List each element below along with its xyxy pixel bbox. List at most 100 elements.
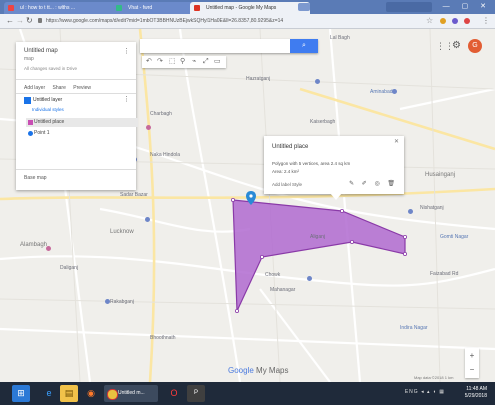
map-label: Lucknow xyxy=(110,229,134,235)
new-tab-button[interactable] xyxy=(298,3,310,11)
tab-label: Untitled map - Google My Maps xyxy=(206,5,277,11)
tab-favicon-icon xyxy=(194,5,200,11)
popup-title[interactable]: Untitled place xyxy=(272,144,308,150)
tab-label: ul : how to t tt... : wlths ... xyxy=(20,5,76,11)
url-field[interactable]: https://www.google.com/maps/d/edit?mid=1… xyxy=(46,17,416,26)
reload-icon[interactable]: ↻ xyxy=(26,16,33,26)
layer-options-icon[interactable]: ⋮ xyxy=(123,95,130,103)
chrome-icon xyxy=(107,389,118,400)
panel-actions: Add layer Share Preview xyxy=(24,85,97,91)
feature-item[interactable]: Untitled place xyxy=(26,118,138,127)
poi-marker[interactable] xyxy=(146,125,151,130)
poi-marker[interactable] xyxy=(105,299,110,304)
save-status: All changes saved in Drive xyxy=(24,66,78,71)
chrome-window-label: Untitled m... xyxy=(118,390,145,396)
map-label: Mahanagar xyxy=(270,287,296,293)
zoom-control: + − xyxy=(465,348,479,378)
popup-meta: Area: 2.4 km² xyxy=(272,169,300,174)
feature-name: Untitled place xyxy=(34,119,65,125)
zoom-in-button[interactable]: + xyxy=(465,350,479,362)
poi-marker[interactable] xyxy=(307,276,312,281)
layer-name[interactable]: Untitled layer xyxy=(33,97,62,103)
close-icon[interactable]: ✕ xyxy=(394,138,399,145)
opera-icon[interactable]: O xyxy=(165,385,183,402)
poi-marker[interactable] xyxy=(46,246,51,251)
settings-icon[interactable]: ⚙ xyxy=(452,40,461,51)
share-button[interactable]: Share xyxy=(53,85,66,91)
base-map-toggle[interactable]: Base map xyxy=(24,175,47,181)
tab-label: Vhat - fwrd xyxy=(128,5,153,11)
map-label: Chowk xyxy=(265,272,281,278)
polygon-swatch-icon xyxy=(28,120,33,125)
windows-taskbar: ⊞ e ▤ ◉ Untitled m... O P ENG ◂ ▴ ◖ ▦ 11… xyxy=(0,382,495,405)
poi-marker[interactable] xyxy=(408,209,413,214)
map-attribution[interactable]: Map data ©2018 1 km xyxy=(414,375,453,380)
popup-footer[interactable]: Add label Style xyxy=(272,182,302,187)
search-button[interactable]: ⌕ xyxy=(290,39,318,53)
popup-tools[interactable]: ✎ ✐ ◎ 🗑 xyxy=(349,180,398,187)
chrome-taskbar-item[interactable]: Untitled m... xyxy=(104,385,158,402)
tab-favicon-icon xyxy=(116,5,122,11)
preview-button[interactable]: Preview xyxy=(73,85,91,91)
clock-date: 5/29/2018 xyxy=(464,393,487,399)
map-toolbar: ↶ ↷ ⬚ ⚲ ⌁ ⤢ ▭ xyxy=(142,56,226,68)
divider xyxy=(16,93,136,94)
feature-item[interactable]: Point 1 xyxy=(26,129,138,138)
draw-line-icon[interactable]: ⌁ xyxy=(192,57,196,67)
account-area: ⋮⋮ ⚙ G xyxy=(436,39,488,55)
browser-menu-icon[interactable]: ⋮ xyxy=(482,16,490,25)
browser-user-chip[interactable] xyxy=(386,2,432,12)
map-label: Kaiserbagh xyxy=(310,119,336,125)
pin-icon xyxy=(28,131,33,136)
poi-marker[interactable] xyxy=(315,79,320,84)
directions-icon[interactable]: ⤢ xyxy=(203,57,209,67)
poi-marker[interactable] xyxy=(145,217,150,222)
popup-tail xyxy=(330,193,342,200)
google-my-maps-logo: Google My Maps xyxy=(228,366,288,375)
map-label: Nishatganj xyxy=(420,205,444,211)
secure-lock-icon[interactable] xyxy=(38,18,42,23)
extension-icon[interactable] xyxy=(440,18,446,24)
divider xyxy=(16,169,136,170)
map-canvas[interactable]: Lal Bagh Hazratganj Charbagh Aminabad Ka… xyxy=(0,29,495,382)
tab-favicon-icon xyxy=(8,5,14,11)
map-label: Naka Hindola xyxy=(150,152,181,158)
more-options-icon[interactable]: ⋮ xyxy=(123,47,130,55)
style-link[interactable]: Individual styles xyxy=(32,107,64,112)
forward-icon[interactable]: → xyxy=(16,16,24,26)
taskbar-clock[interactable]: 11:48 AM 5/29/2018 xyxy=(465,386,487,400)
map-label: Husainganj xyxy=(425,172,456,178)
clock-time: 11:48 AM xyxy=(466,386,487,392)
add-marker-icon[interactable]: ⚲ xyxy=(180,57,185,67)
window-controls[interactable]: — ▢ ✕ xyxy=(443,2,491,10)
map-title[interactable]: Untitled map xyxy=(24,48,58,54)
avatar[interactable]: G xyxy=(468,39,482,53)
zoom-out-button[interactable]: − xyxy=(465,364,479,376)
logo-product: My Maps xyxy=(256,366,289,375)
browser-tab[interactable]: ul : how to t tt... : wlths ... × xyxy=(4,2,126,14)
layer-checkbox[interactable] xyxy=(24,97,31,104)
system-tray[interactable]: ENG ◂ ▴ ◖ ▦ xyxy=(405,389,445,395)
extension-icon[interactable] xyxy=(452,18,458,24)
select-icon[interactable]: ⬚ xyxy=(169,57,176,67)
file-explorer-icon[interactable]: ▤ xyxy=(60,385,78,402)
poi-marker[interactable] xyxy=(392,89,397,94)
feature-name: Point 1 xyxy=(34,130,50,136)
map-label: Bhoothnath xyxy=(150,335,176,341)
firefox-icon[interactable]: ◉ xyxy=(82,385,100,402)
start-button[interactable]: ⊞ xyxy=(12,385,30,402)
map-label: Alambagh xyxy=(20,242,48,248)
back-icon[interactable]: ← xyxy=(6,16,14,26)
undo-icon[interactable]: ↶ xyxy=(146,57,152,67)
measure-icon[interactable]: ▭ xyxy=(214,57,221,67)
add-layer-button[interactable]: Add layer xyxy=(24,85,45,91)
screen: ul : how to t tt... : wlths ... × Vhat -… xyxy=(0,0,495,405)
map-label: Hazratganj xyxy=(246,76,271,82)
extension-icon[interactable] xyxy=(464,18,470,24)
app-icon[interactable]: P xyxy=(187,385,205,402)
redo-icon[interactable]: ↷ xyxy=(157,57,163,67)
bookmark-star-icon[interactable]: ☆ xyxy=(426,16,433,25)
divider xyxy=(16,79,136,80)
browser-tab-active[interactable]: Untitled map - Google My Maps × xyxy=(190,2,310,14)
ie-icon[interactable]: e xyxy=(40,385,58,402)
